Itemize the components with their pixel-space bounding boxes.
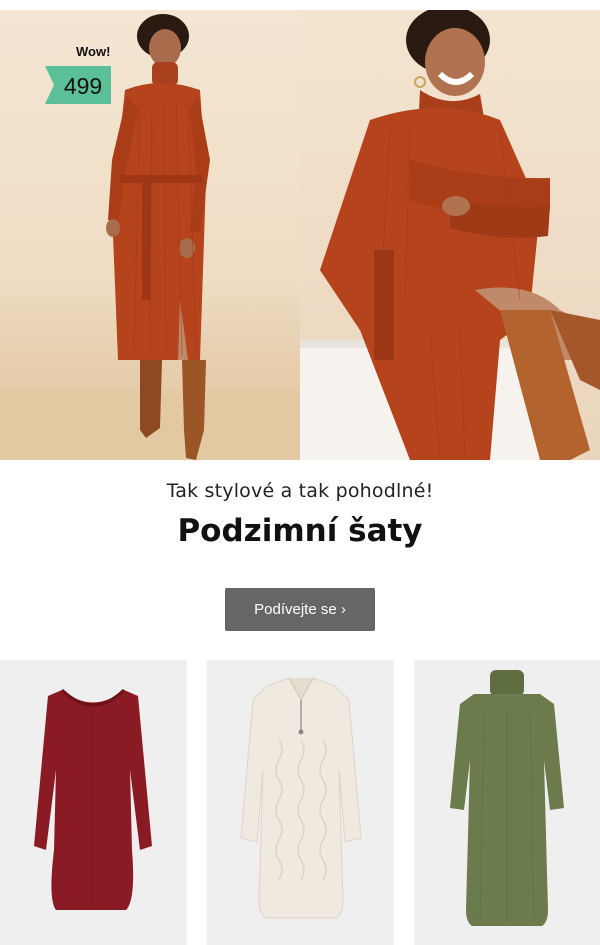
woman-sitting-rust-dress-icon	[300, 10, 600, 460]
cream-cable-knit-dress-icon	[240, 677, 362, 919]
product-card-cream-dress[interactable]	[207, 660, 394, 945]
burgundy-knit-dress-icon	[34, 688, 152, 910]
tagline: Tak stylové a tak pohodlné!	[166, 480, 434, 502]
headline: Podzimní šaty	[177, 513, 423, 549]
hero-photo-sitting[interactable]	[300, 10, 600, 460]
hero-banner[interactable]: Wow! 499	[0, 10, 600, 460]
wow-badge-text: Wow!	[76, 44, 111, 59]
woman-standing-rust-dress-icon	[0, 14, 300, 460]
cta-button[interactable]: Podívejte se ›	[225, 588, 375, 631]
product-card-olive-dress[interactable]	[414, 660, 600, 945]
product-card-burgundy-dress[interactable]	[0, 660, 187, 945]
hero-photo-standing[interactable]: Wow! 499	[0, 10, 300, 460]
price-label: 499	[63, 73, 103, 99]
olive-turtleneck-dress-icon	[450, 670, 564, 926]
